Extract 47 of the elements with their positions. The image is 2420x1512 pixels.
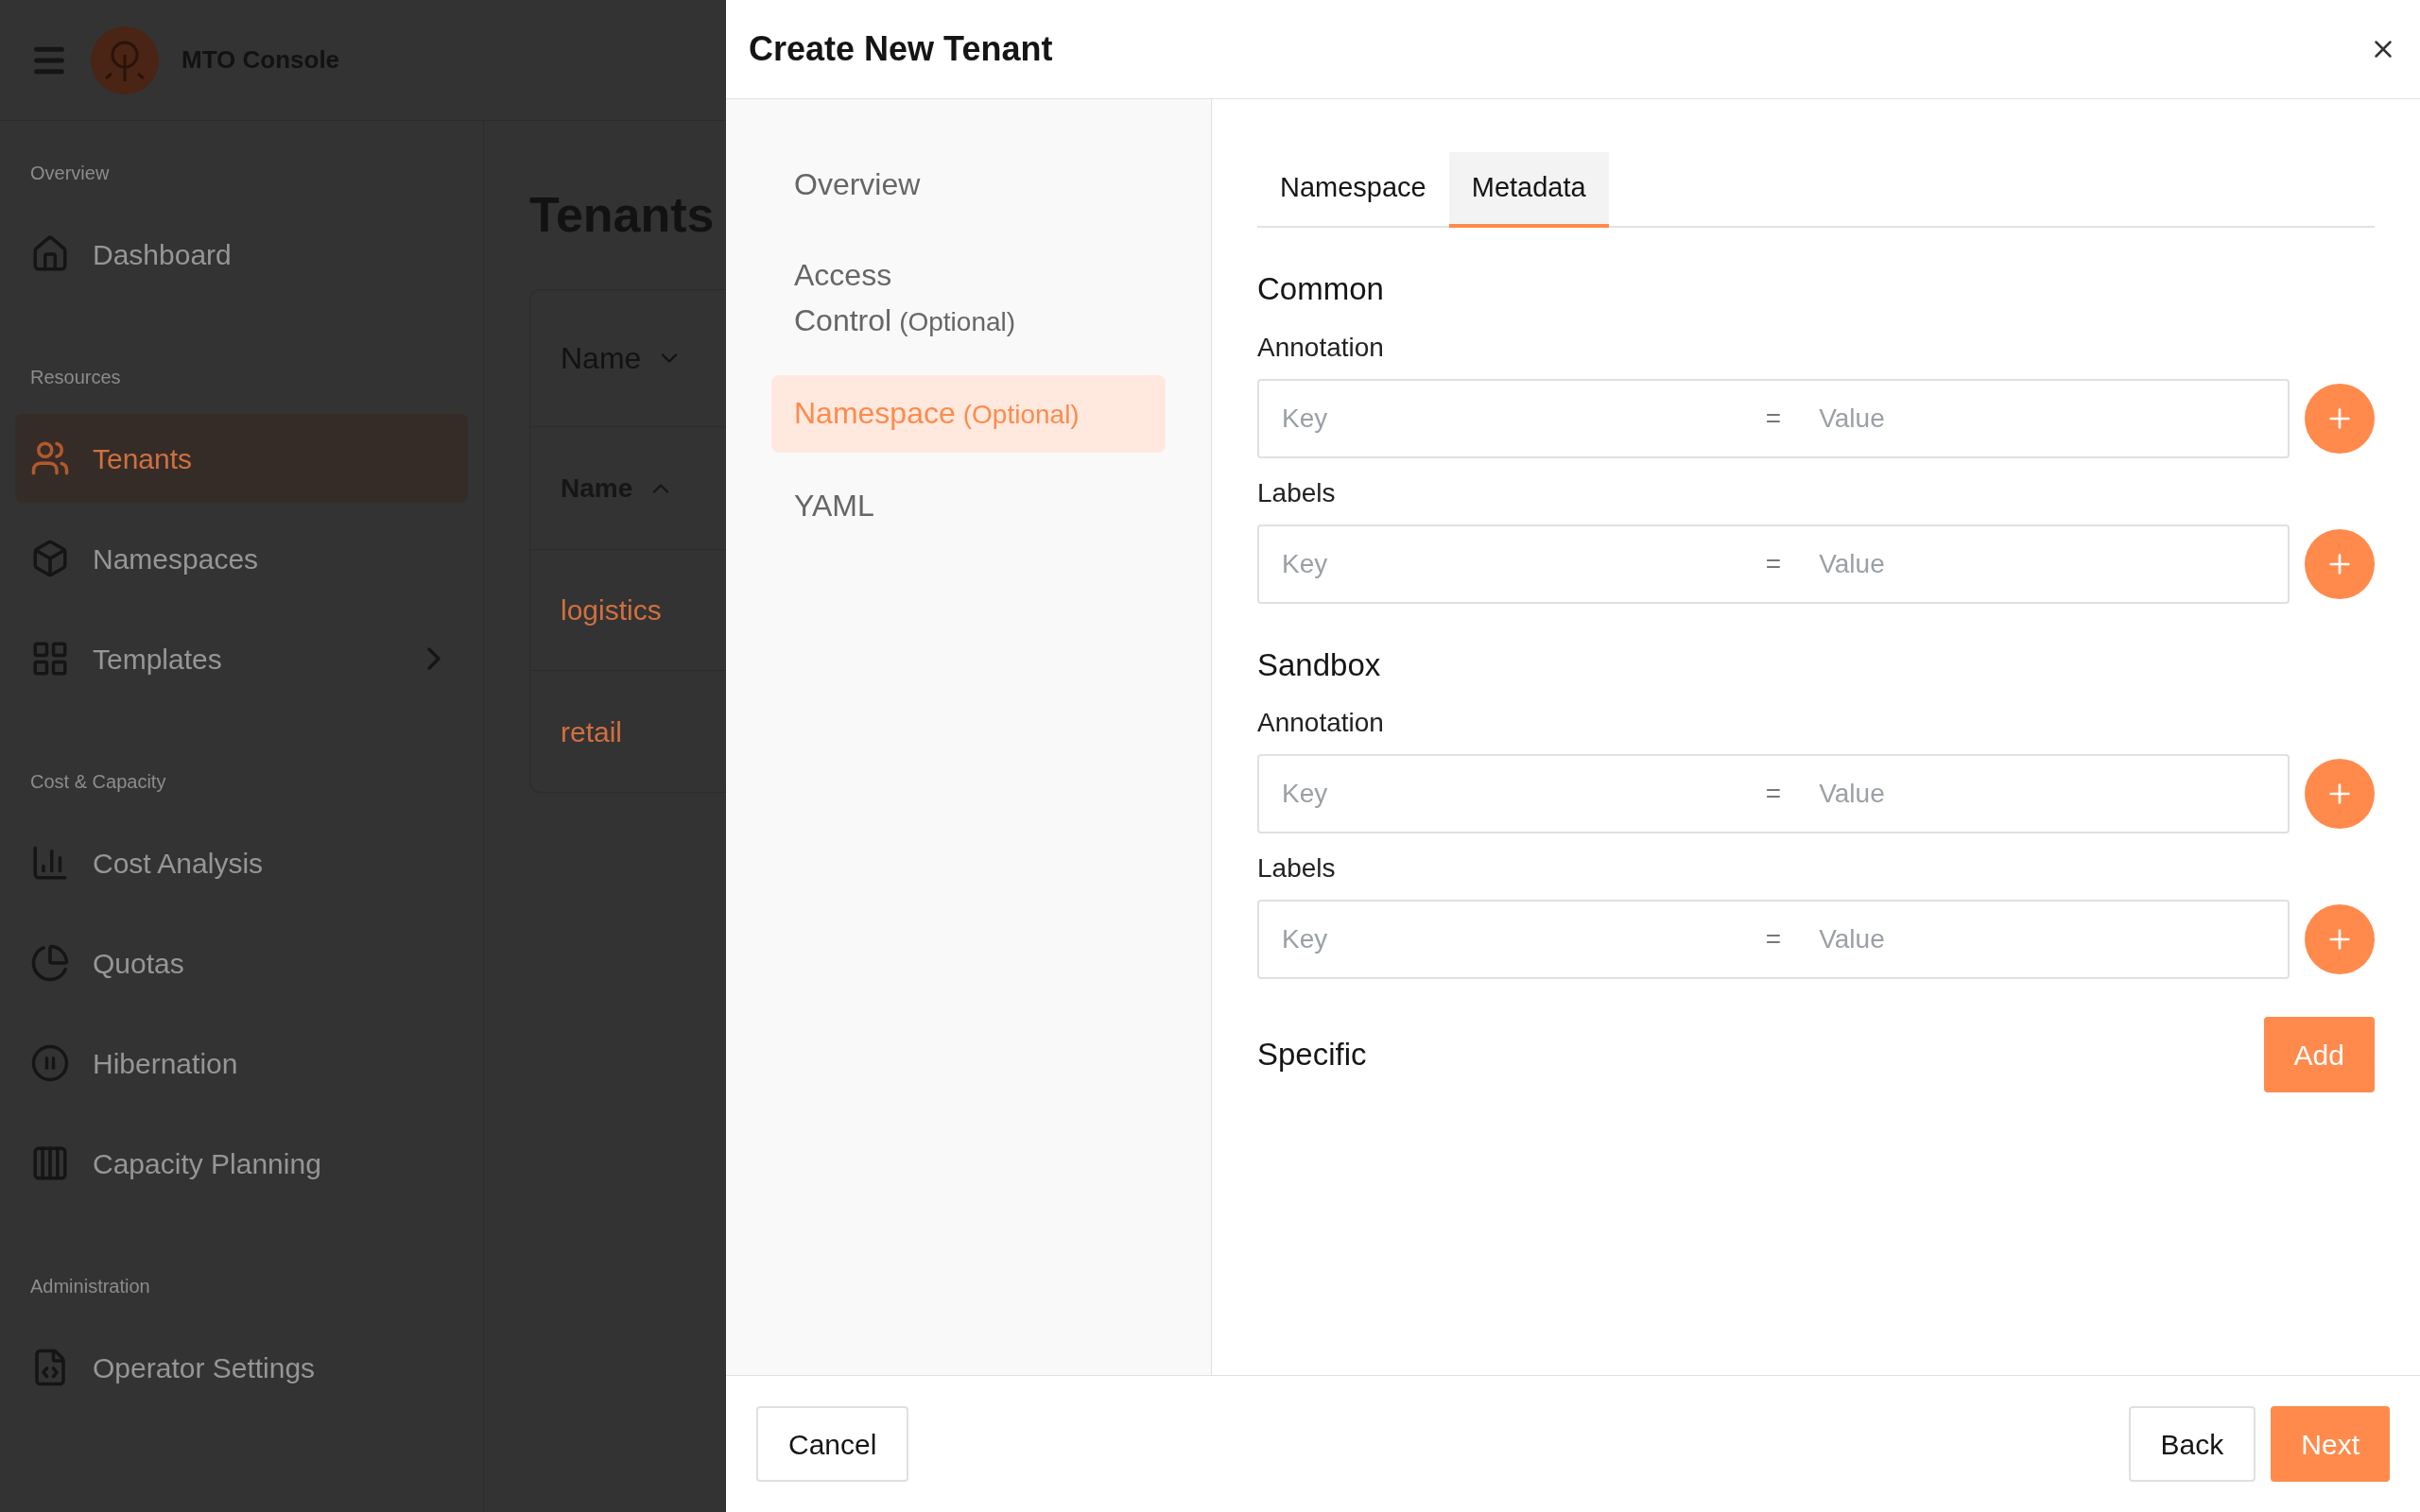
section-heading: Cost & Capacity: [29, 770, 167, 794]
value-input[interactable]: Value: [1819, 398, 2265, 438]
sidebar-item[interactable]: Quotas: [15, 919, 468, 1007]
equals-sign: =: [1764, 778, 1783, 810]
sidebar-item[interactable]: Templates: [15, 614, 468, 703]
section-heading: Overview: [29, 162, 111, 185]
sidebar-item[interactable]: Cost Analysis: [15, 818, 468, 907]
equals-sign: =: [1764, 547, 1783, 580]
value-input[interactable]: Value: [1819, 774, 2265, 814]
section-title: Sandbox: [1257, 645, 1382, 684]
tab[interactable]: Metadata: [1448, 152, 1609, 228]
section-heading: Administration: [29, 1275, 151, 1298]
key-input[interactable]: Key: [1282, 398, 1728, 438]
key-input[interactable]: Key: [1282, 774, 1728, 814]
key-input[interactable]: Key: [1282, 543, 1728, 584]
section-title: Specific: [1257, 1036, 1367, 1074]
back-button[interactable]: Back: [2128, 1406, 2256, 1482]
section-title: Common: [1257, 270, 1385, 308]
equals-sign: =: [1764, 402, 1783, 435]
tenant-link[interactable]: retail: [561, 710, 623, 753]
step-item[interactable]: Overview: [771, 146, 1166, 222]
step-item[interactable]: Access Control (Optional): [771, 237, 1093, 360]
field-label: Labels: [1257, 852, 1337, 885]
sidebar-item[interactable]: Hibernation: [15, 1019, 468, 1108]
equals-sign: =: [1764, 923, 1783, 955]
tenant-link[interactable]: logistics: [561, 589, 662, 631]
cancel-button[interactable]: Cancel: [756, 1406, 909, 1482]
sidebar-item[interactable]: Operator Settings: [15, 1323, 468, 1412]
dialog-title: Create New Tenant: [749, 28, 1053, 70]
pie-chart-icon: [30, 943, 70, 983]
tab[interactable]: Namespace: [1257, 152, 1449, 228]
field-label: Annotation: [1257, 331, 1385, 364]
sidebar-item[interactable]: Namespaces: [15, 514, 468, 603]
field-label: Labels: [1257, 476, 1337, 509]
next-button[interactable]: Next: [2271, 1406, 2390, 1482]
value-input[interactable]: Value: [1819, 543, 2265, 584]
step-item[interactable]: YAML: [771, 468, 1166, 543]
field-label: Annotation: [1257, 707, 1385, 739]
key-input[interactable]: Key: [1282, 919, 1728, 959]
section-heading: Resources: [29, 366, 122, 389]
sidebar-item[interactable]: Capacity Planning: [15, 1119, 468, 1208]
pause-icon: [30, 1043, 70, 1083]
add-button[interactable]: Add: [2263, 1017, 2375, 1092]
sidebar-item[interactable]: Dashboard: [15, 210, 468, 299]
sidebar-item[interactable]: Tenants: [15, 414, 468, 503]
logo-icon: [91, 26, 159, 94]
value-input[interactable]: Value: [1819, 919, 2265, 959]
